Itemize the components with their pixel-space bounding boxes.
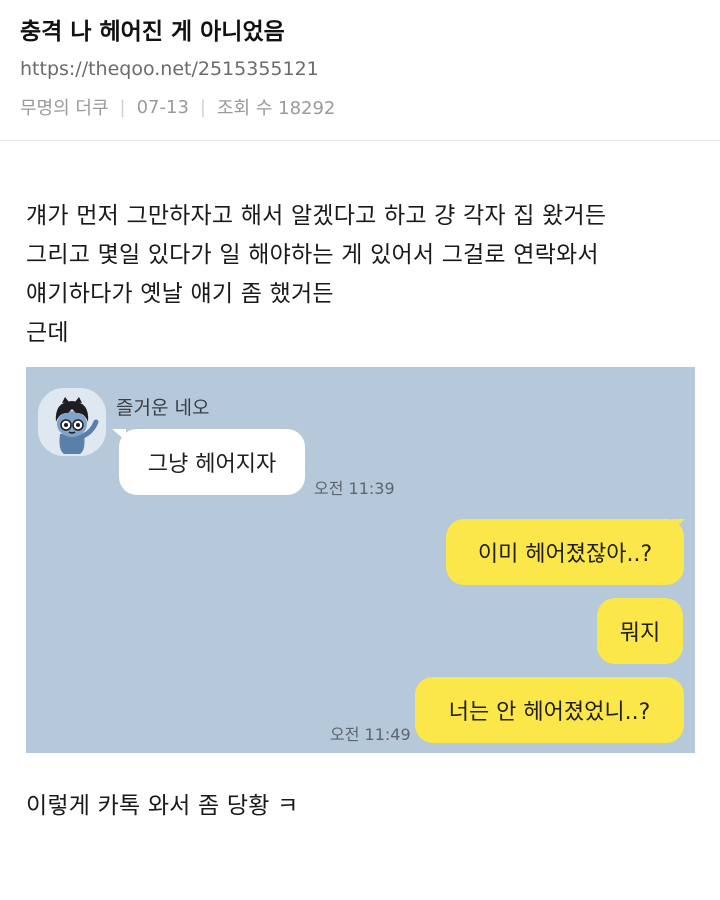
kakaotalk-chat-screenshot[interactable]: 즐거운 네오 그냥 헤어지자 오전 11:39 이미 헤어졌잖아..? 뭐지 너… xyxy=(26,367,695,753)
outgoing-message-bubble[interactable]: 너는 안 헤어졌었니..? xyxy=(415,677,684,743)
incoming-message-bubble[interactable]: 그냥 헤어지자 xyxy=(119,429,305,495)
outgoing-message-bubble[interactable]: 이미 헤어졌잖아..? xyxy=(446,519,684,585)
post-title: 충격 나 헤어진 게 아니었음 xyxy=(20,19,285,45)
post-header: 충격 나 헤어진 게 아니었음 https://theqoo.net/25153… xyxy=(0,0,720,141)
post-body-line: 걔가 먼저 그만하자고 해서 알겠다고 하고 걍 각자 집 왔거든 xyxy=(26,203,607,229)
post-body-line: 근데 xyxy=(26,320,69,346)
post-body-closing: 이렇게 카톡 와서 좀 당황 ㅋ xyxy=(26,793,299,819)
post-body-line: 그리고 몇일 있다가 일 해야하는 게 있어서 그걸로 연락와서 xyxy=(26,242,599,268)
post-date: 07-13 xyxy=(136,96,189,118)
message-timestamp: 오전 11:39 xyxy=(314,479,395,498)
outgoing-message-bubble[interactable]: 뭐지 xyxy=(597,598,683,664)
post-views: 조회 수 18292 xyxy=(217,98,336,119)
neo-character-avatar-icon xyxy=(38,388,106,456)
meta-separator: | xyxy=(199,96,206,118)
post-body-line: 얘기하다가 옛날 얘기 좀 했거든 xyxy=(26,281,334,307)
post-author[interactable]: 무명의 더쿠 xyxy=(20,94,109,120)
post-url-link[interactable]: https://theqoo.net/2515355121 xyxy=(20,58,319,80)
post-meta: 무명의 더쿠 | 07-13 | 조회 수 18292 xyxy=(20,94,335,120)
meta-separator: | xyxy=(119,96,126,118)
message-timestamp: 오전 11:49 xyxy=(330,725,411,744)
chat-sender-name: 즐거운 네오 xyxy=(116,397,210,419)
